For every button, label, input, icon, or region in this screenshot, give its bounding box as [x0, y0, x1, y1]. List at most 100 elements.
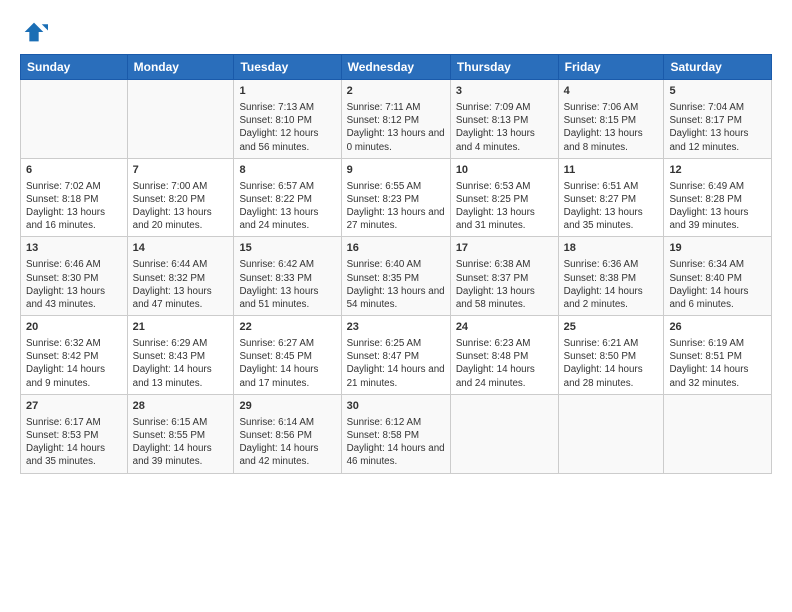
day-number: 16 [347, 241, 445, 256]
day-number: 6 [26, 163, 122, 178]
calendar-cell: 28 Sunrise: 6:15 AM Sunset: 8:55 PM Dayli… [127, 394, 234, 473]
calendar-cell: 13 Sunrise: 6:46 AM Sunset: 8:30 PM Dayli… [21, 237, 128, 316]
calendar-cell: 4Sunrise: 7:06 AM Sunset: 8:15 PM Daylig… [558, 80, 664, 159]
day-info: Sunrise: 6:15 AM Sunset: 8:55 PM Dayligh… [133, 416, 229, 469]
calendar-cell: 15 Sunrise: 6:42 AM Sunset: 8:33 PM Dayli… [234, 237, 341, 316]
calendar-cell: 17 Sunrise: 6:38 AM Sunset: 8:37 PM Dayli… [450, 237, 558, 316]
calendar-cell: 8 Sunrise: 6:57 AM Sunset: 8:22 PM Daylig… [234, 158, 341, 237]
day-info: Sunrise: 6:12 AM Sunset: 8:58 PM Dayligh… [347, 416, 445, 469]
logo-icon [20, 18, 48, 46]
day-number: 14 [133, 241, 229, 256]
day-info: Sunrise: 7:11 AM Sunset: 8:12 PM Dayligh… [347, 101, 445, 154]
calendar-week-1: 1 Sunrise: 7:13 AM Sunset: 8:10 PM Daylig… [21, 80, 772, 159]
logo [20, 18, 52, 46]
day-number: 20 [26, 320, 122, 335]
day-number: 11 [564, 163, 659, 178]
calendar-cell: 30 Sunrise: 6:12 AM Sunset: 8:58 PM Dayli… [341, 394, 450, 473]
day-header-wednesday: Wednesday [341, 55, 450, 80]
day-info: Sunrise: 6:25 AM Sunset: 8:47 PM Dayligh… [347, 337, 445, 390]
calendar-cell: 9 Sunrise: 6:55 AM Sunset: 8:23 PM Daylig… [341, 158, 450, 237]
day-info: Sunrise: 7:04 AM Sunset: 8:17 PM Dayligh… [669, 101, 766, 154]
day-number: 5 [669, 84, 766, 99]
day-number: 27 [26, 399, 122, 414]
calendar-cell: 20 Sunrise: 6:32 AM Sunset: 8:42 PM Dayli… [21, 316, 128, 395]
day-info: Sunrise: 6:38 AM Sunset: 8:37 PM Dayligh… [456, 258, 553, 311]
day-info: Sunrise: 6:57 AM Sunset: 8:22 PM Dayligh… [239, 180, 335, 233]
calendar-week-4: 20 Sunrise: 6:32 AM Sunset: 8:42 PM Dayli… [21, 316, 772, 395]
day-number: 13 [26, 241, 122, 256]
calendar-cell [127, 80, 234, 159]
day-number: 9 [347, 163, 445, 178]
day-info: Sunrise: 6:29 AM Sunset: 8:43 PM Dayligh… [133, 337, 229, 390]
calendar-cell [450, 394, 558, 473]
day-number: 23 [347, 320, 445, 335]
day-info: Sunrise: 6:34 AM Sunset: 8:40 PM Dayligh… [669, 258, 766, 311]
day-info: Sunrise: 6:42 AM Sunset: 8:33 PM Dayligh… [239, 258, 335, 311]
day-number: 28 [133, 399, 229, 414]
day-number: 29 [239, 399, 335, 414]
calendar-cell: 3Sunrise: 7:09 AM Sunset: 8:13 PM Daylig… [450, 80, 558, 159]
day-number: 2 [347, 84, 445, 99]
day-number: 24 [456, 320, 553, 335]
day-number: 19 [669, 241, 766, 256]
calendar-cell: 25 Sunrise: 6:21 AM Sunset: 8:50 PM Dayli… [558, 316, 664, 395]
day-number: 22 [239, 320, 335, 335]
calendar-cell: 11 Sunrise: 6:51 AM Sunset: 8:27 PM Dayli… [558, 158, 664, 237]
day-header-monday: Monday [127, 55, 234, 80]
calendar-cell: 5 Sunrise: 7:04 AM Sunset: 8:17 PM Daylig… [664, 80, 772, 159]
day-info: Sunrise: 6:40 AM Sunset: 8:35 PM Dayligh… [347, 258, 445, 311]
day-info: Sunrise: 6:53 AM Sunset: 8:25 PM Dayligh… [456, 180, 553, 233]
day-number: 8 [239, 163, 335, 178]
calendar-cell: 16 Sunrise: 6:40 AM Sunset: 8:35 PM Dayli… [341, 237, 450, 316]
calendar-cell: 21Sunrise: 6:29 AM Sunset: 8:43 PM Dayli… [127, 316, 234, 395]
calendar-cell [664, 394, 772, 473]
day-info: Sunrise: 6:19 AM Sunset: 8:51 PM Dayligh… [669, 337, 766, 390]
calendar-cell: 22Sunrise: 6:27 AM Sunset: 8:45 PM Dayli… [234, 316, 341, 395]
day-number: 12 [669, 163, 766, 178]
day-number: 18 [564, 241, 659, 256]
day-number: 1 [239, 84, 335, 99]
day-info: Sunrise: 6:51 AM Sunset: 8:27 PM Dayligh… [564, 180, 659, 233]
day-number: 15 [239, 241, 335, 256]
calendar-cell: 26Sunrise: 6:19 AM Sunset: 8:51 PM Dayli… [664, 316, 772, 395]
day-info: Sunrise: 6:55 AM Sunset: 8:23 PM Dayligh… [347, 180, 445, 233]
calendar-cell: 19 Sunrise: 6:34 AM Sunset: 8:40 PM Dayli… [664, 237, 772, 316]
day-header-thursday: Thursday [450, 55, 558, 80]
day-info: Sunrise: 6:36 AM Sunset: 8:38 PM Dayligh… [564, 258, 659, 311]
calendar-cell: 2 Sunrise: 7:11 AM Sunset: 8:12 PM Daylig… [341, 80, 450, 159]
day-header-friday: Friday [558, 55, 664, 80]
calendar-cell [21, 80, 128, 159]
day-info: Sunrise: 6:46 AM Sunset: 8:30 PM Dayligh… [26, 258, 122, 311]
day-number: 7 [133, 163, 229, 178]
calendar-week-2: 6Sunrise: 7:02 AM Sunset: 8:18 PM Daylig… [21, 158, 772, 237]
day-number: 30 [347, 399, 445, 414]
day-info: Sunrise: 7:13 AM Sunset: 8:10 PM Dayligh… [239, 101, 335, 154]
day-info: Sunrise: 6:32 AM Sunset: 8:42 PM Dayligh… [26, 337, 122, 390]
day-info: Sunrise: 6:14 AM Sunset: 8:56 PM Dayligh… [239, 416, 335, 469]
calendar-week-3: 13 Sunrise: 6:46 AM Sunset: 8:30 PM Dayli… [21, 237, 772, 316]
day-header-tuesday: Tuesday [234, 55, 341, 80]
calendar-cell [558, 394, 664, 473]
day-header-saturday: Saturday [664, 55, 772, 80]
calendar-cell: 14 Sunrise: 6:44 AM Sunset: 8:32 PM Dayli… [127, 237, 234, 316]
header [20, 18, 772, 46]
calendar-cell: 12 Sunrise: 6:49 AM Sunset: 8:28 PM Dayli… [664, 158, 772, 237]
day-number: 25 [564, 320, 659, 335]
calendar-cell: 10 Sunrise: 6:53 AM Sunset: 8:25 PM Dayli… [450, 158, 558, 237]
calendar-cell: 24 Sunrise: 6:23 AM Sunset: 8:48 PM Dayli… [450, 316, 558, 395]
calendar-cell: 7 Sunrise: 7:00 AM Sunset: 8:20 PM Daylig… [127, 158, 234, 237]
day-info: Sunrise: 6:23 AM Sunset: 8:48 PM Dayligh… [456, 337, 553, 390]
day-info: Sunrise: 7:00 AM Sunset: 8:20 PM Dayligh… [133, 180, 229, 233]
day-info: Sunrise: 6:49 AM Sunset: 8:28 PM Dayligh… [669, 180, 766, 233]
day-number: 4 [564, 84, 659, 99]
day-header-sunday: Sunday [21, 55, 128, 80]
calendar-cell: 27Sunrise: 6:17 AM Sunset: 8:53 PM Dayli… [21, 394, 128, 473]
day-info: Sunrise: 6:21 AM Sunset: 8:50 PM Dayligh… [564, 337, 659, 390]
calendar-cell: 18 Sunrise: 6:36 AM Sunset: 8:38 PM Dayli… [558, 237, 664, 316]
calendar-cell: 29 Sunrise: 6:14 AM Sunset: 8:56 PM Dayli… [234, 394, 341, 473]
day-info: Sunrise: 6:44 AM Sunset: 8:32 PM Dayligh… [133, 258, 229, 311]
day-number: 17 [456, 241, 553, 256]
calendar-cell: 23 Sunrise: 6:25 AM Sunset: 8:47 PM Dayli… [341, 316, 450, 395]
day-number: 10 [456, 163, 553, 178]
calendar-header-row: SundayMondayTuesdayWednesdayThursdayFrid… [21, 55, 772, 80]
